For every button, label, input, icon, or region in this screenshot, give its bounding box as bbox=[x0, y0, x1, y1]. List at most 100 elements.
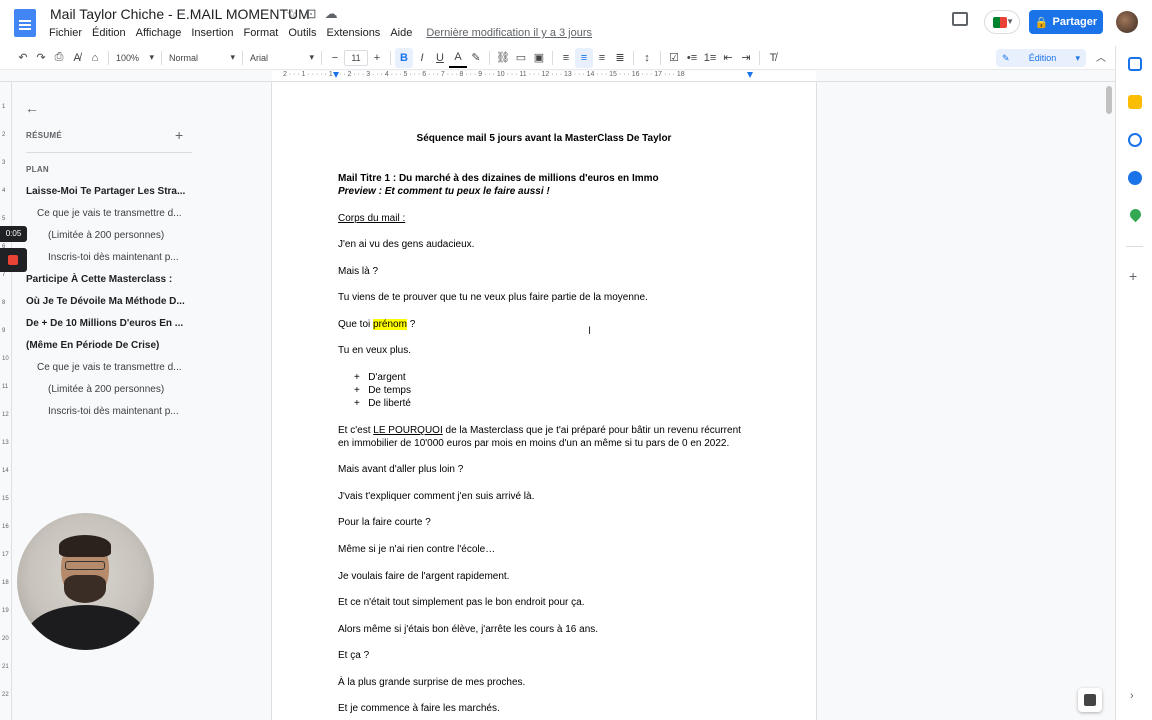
docs-logo-icon[interactable] bbox=[14, 9, 36, 37]
collapse-toolbar-icon[interactable]: ︿ bbox=[1096, 49, 1106, 64]
checklist-icon[interactable]: ☑ bbox=[665, 48, 683, 68]
star-icon[interactable]: ☆ bbox=[286, 6, 298, 22]
chevron-right-icon[interactable]: › bbox=[1130, 690, 1134, 702]
paragraph: Alors même si j'étais bon élève, j'arrêt… bbox=[338, 624, 598, 635]
outline-item[interactable]: Inscris-toi dès maintenant p... bbox=[48, 406, 179, 417]
keep-icon[interactable] bbox=[1128, 95, 1142, 109]
webcam-bubble[interactable] bbox=[17, 513, 154, 650]
outline-item[interactable]: (Limitée à 200 personnes) bbox=[48, 384, 164, 395]
calendar-icon[interactable] bbox=[1128, 57, 1142, 71]
vertical-ruler[interactable]: 12345678910111213141516171819202122 bbox=[0, 82, 12, 720]
meet-button[interactable]: ▼ bbox=[984, 10, 1020, 34]
outline-item[interactable]: Où Je Te Dévoile Ma Méthode D... bbox=[26, 296, 185, 307]
menu-edit[interactable]: Édition bbox=[92, 27, 126, 39]
print-icon[interactable]: ⎙ bbox=[50, 48, 68, 68]
insert-image-icon[interactable]: ▣ bbox=[530, 48, 548, 68]
back-arrow-icon[interactable]: ← bbox=[25, 100, 39, 116]
italic-button[interactable]: I bbox=[413, 48, 431, 68]
move-folder-icon[interactable]: ⊡ bbox=[306, 6, 317, 22]
bulleted-list-icon[interactable]: •≡ bbox=[683, 48, 701, 68]
menu-format[interactable]: Format bbox=[244, 27, 279, 39]
paragraph: Mais là ? bbox=[338, 266, 378, 277]
outline-item[interactable]: Ce que je vais te transmettre d... bbox=[37, 362, 182, 373]
text-color-button[interactable]: A bbox=[449, 48, 467, 68]
account-avatar[interactable] bbox=[1116, 11, 1138, 33]
paint-format-icon[interactable]: ⌂ bbox=[86, 48, 104, 68]
font-select[interactable]: Arial▾ bbox=[247, 48, 317, 68]
mail-title: Mail Titre 1 : Du marché à des dizaines … bbox=[338, 173, 659, 184]
style-select[interactable]: Normal▾ bbox=[166, 48, 238, 68]
align-center-icon[interactable]: ≡ bbox=[575, 48, 593, 68]
menu-help[interactable]: Aide bbox=[390, 27, 412, 39]
document-title[interactable]: Mail Taylor Chiche - E.MAIL MOMENTUM bbox=[50, 6, 310, 22]
paragraph: Mais avant d'aller plus loin ? bbox=[338, 464, 463, 475]
ruler-number: 18 bbox=[2, 580, 9, 586]
add-comment-icon[interactable]: ▭ bbox=[512, 48, 530, 68]
horizontal-ruler[interactable]: 2 · · · 1 · · · · · 1 · · · 2 · · · 3 · … bbox=[0, 70, 1115, 82]
tasks-icon[interactable] bbox=[1128, 133, 1142, 147]
share-button[interactable]: 🔒 Partager bbox=[1029, 10, 1103, 34]
contacts-icon[interactable] bbox=[1128, 171, 1142, 185]
underlined-phrase: LE POURQUOI bbox=[373, 425, 442, 436]
align-left-icon[interactable]: ≡ bbox=[557, 48, 575, 68]
chevron-down-icon: ▾ bbox=[1075, 53, 1080, 64]
add-addon-icon[interactable]: + bbox=[1129, 268, 1137, 284]
explore-icon bbox=[1084, 694, 1096, 706]
link-icon[interactable]: ⛓ bbox=[494, 48, 512, 68]
menu-file[interactable]: Fichier bbox=[49, 27, 82, 39]
outline-item[interactable]: (Limitée à 200 personnes) bbox=[48, 230, 164, 241]
paragraph: Et ça ? bbox=[338, 650, 369, 661]
top-bar: Mail Taylor Chiche - E.MAIL MOMENTUM ☆ ⊡… bbox=[0, 0, 1152, 46]
zoom-select[interactable]: 100%▾ bbox=[113, 48, 157, 68]
outline-item[interactable]: De + De 10 Millions D'euros En ... bbox=[26, 318, 183, 329]
paragraph: Même si je n'ai rien contre l'école… bbox=[338, 544, 495, 555]
document-page[interactable]: Séquence mail 5 jours avant la MasterCla… bbox=[272, 82, 816, 720]
decrease-font-size-button[interactable]: − bbox=[326, 48, 344, 68]
menu-extensions[interactable]: Extensions bbox=[327, 27, 381, 39]
underline-button[interactable]: U bbox=[431, 48, 449, 68]
scroll-thumb[interactable] bbox=[1106, 86, 1112, 114]
align-justify-icon[interactable]: ≣ bbox=[611, 48, 629, 68]
add-summary-icon[interactable]: + bbox=[175, 127, 183, 143]
decrease-indent-icon[interactable]: ⇤ bbox=[719, 48, 737, 68]
highlight-icon[interactable]: ✎ bbox=[467, 48, 485, 68]
undo-icon[interactable]: ↶ bbox=[14, 48, 32, 68]
bold-button[interactable]: B bbox=[395, 48, 413, 68]
paragraph: Et c'est LE POURQUOI de la Masterclass q… bbox=[338, 425, 741, 436]
align-right-icon[interactable]: ≡ bbox=[593, 48, 611, 68]
editing-mode-select[interactable]: ✎ Édition ▾ bbox=[996, 49, 1086, 67]
outline-item[interactable]: (Même En Période De Crise) bbox=[26, 340, 159, 351]
ruler-number: 16 bbox=[2, 524, 9, 530]
outline-item[interactable]: Ce que je vais te transmettre d... bbox=[37, 208, 182, 219]
increase-indent-icon[interactable]: ⇥ bbox=[737, 48, 755, 68]
ruler-number: 2 bbox=[2, 132, 5, 138]
outline-item[interactable]: Laisse-Moi Te Partager Les Stra... bbox=[26, 186, 185, 197]
explore-button[interactable] bbox=[1078, 688, 1102, 712]
redo-icon[interactable]: ↷ bbox=[32, 48, 50, 68]
share-label: Partager bbox=[1053, 16, 1098, 28]
paragraph: Je voulais faire de l'argent rapidement. bbox=[338, 571, 509, 582]
last-modified-link[interactable]: Dernière modification il y a 3 jours bbox=[426, 27, 592, 39]
font-size-input[interactable]: 11 bbox=[344, 50, 368, 66]
ruler-number: 11 bbox=[2, 384, 8, 390]
ruler-number: 20 bbox=[2, 636, 9, 642]
cloud-status-icon[interactable]: ☁ bbox=[325, 6, 338, 22]
outline-item[interactable]: Participe À Cette Masterclass : bbox=[26, 274, 172, 285]
clear-formatting-icon[interactable]: T̸ bbox=[764, 48, 782, 68]
comment-history-icon[interactable] bbox=[952, 12, 968, 26]
document-heading: Séquence mail 5 jours avant la MasterCla… bbox=[272, 133, 816, 144]
vertical-scrollbar[interactable] bbox=[1103, 82, 1115, 720]
maps-icon[interactable] bbox=[1128, 207, 1144, 223]
menu-insert[interactable]: Insertion bbox=[191, 27, 233, 39]
menu-tools[interactable]: Outils bbox=[288, 27, 316, 39]
spellcheck-icon[interactable]: A̸ bbox=[68, 48, 86, 68]
menu-view[interactable]: Affichage bbox=[136, 27, 182, 39]
menu-bar: Fichier Édition Affichage Insertion Form… bbox=[49, 27, 602, 39]
increase-font-size-button[interactable]: + bbox=[368, 48, 386, 68]
outline-item[interactable]: Inscris-toi dès maintenant p... bbox=[48, 252, 179, 263]
paragraph: Tu viens de te prouver que tu ne veux pl… bbox=[338, 292, 648, 303]
list-item: + D'argent bbox=[354, 372, 406, 383]
stop-recording-button[interactable] bbox=[0, 248, 27, 272]
numbered-list-icon[interactable]: 1≡ bbox=[701, 48, 719, 68]
line-spacing-icon[interactable]: ↕ bbox=[638, 48, 656, 68]
